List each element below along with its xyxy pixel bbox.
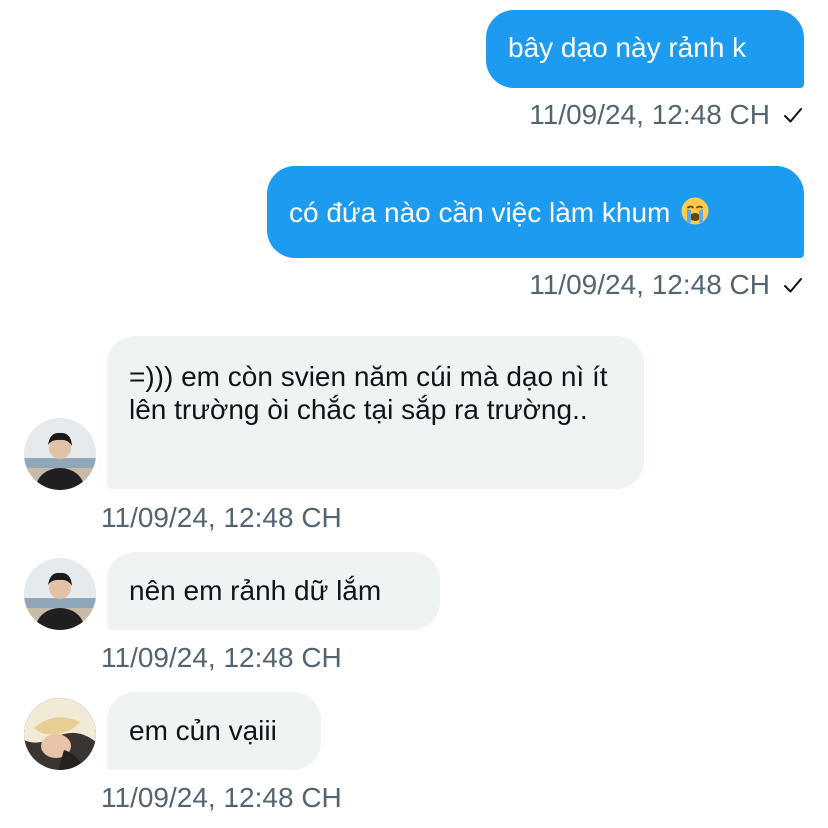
avatar-person-blonde-hair-icon	[24, 698, 96, 770]
loudly-crying-face-icon	[681, 197, 709, 225]
check-icon	[784, 108, 802, 123]
message-text: nên em rảnh dữ lắm	[129, 575, 382, 606]
sender-avatar[interactable]	[24, 418, 96, 490]
timestamp-text: 11/09/24, 12:48 CH	[101, 782, 342, 813]
timestamp-text: 11/09/24, 12:48 CH	[529, 269, 770, 300]
incoming-message-bubble[interactable]: nên em rảnh dữ lắm	[107, 552, 440, 630]
avatar-person-dark-jacket-icon	[24, 558, 96, 630]
sender-avatar[interactable]	[24, 558, 96, 630]
message-timestamp: 11/09/24, 12:48 CH	[529, 269, 804, 301]
incoming-message-bubble[interactable]: =))) em còn svien năm cúi mà dạo nì ít l…	[107, 336, 644, 489]
incoming-message-bubble[interactable]: em củn vạiii	[107, 692, 321, 770]
message-timestamp: 11/09/24, 12:48 CH	[101, 782, 342, 814]
outgoing-message-bubble[interactable]: bây dạo này rảnh k	[486, 10, 804, 88]
timestamp-text: 11/09/24, 12:48 CH	[529, 99, 770, 130]
timestamp-text: 11/09/24, 12:48 CH	[101, 642, 342, 673]
message-timestamp: 11/09/24, 12:48 CH	[529, 99, 804, 131]
message-timestamp: 11/09/24, 12:48 CH	[101, 502, 342, 534]
message-timestamp: 11/09/24, 12:48 CH	[101, 642, 342, 674]
message-text: bây dạo này rảnh k	[508, 32, 747, 63]
timestamp-text: 11/09/24, 12:48 CH	[101, 502, 342, 533]
sender-avatar[interactable]	[24, 698, 96, 770]
outgoing-message-bubble[interactable]: có đứa nào cần việc làm khum	[267, 166, 804, 258]
check-icon	[784, 278, 802, 293]
message-text: em củn vạiii	[129, 715, 277, 746]
avatar-person-dark-jacket-icon	[24, 418, 96, 490]
message-text: =))) em còn svien năm cúi mà dạo nì ít l…	[129, 361, 608, 425]
message-text: có đứa nào cần việc làm khum	[289, 197, 671, 228]
